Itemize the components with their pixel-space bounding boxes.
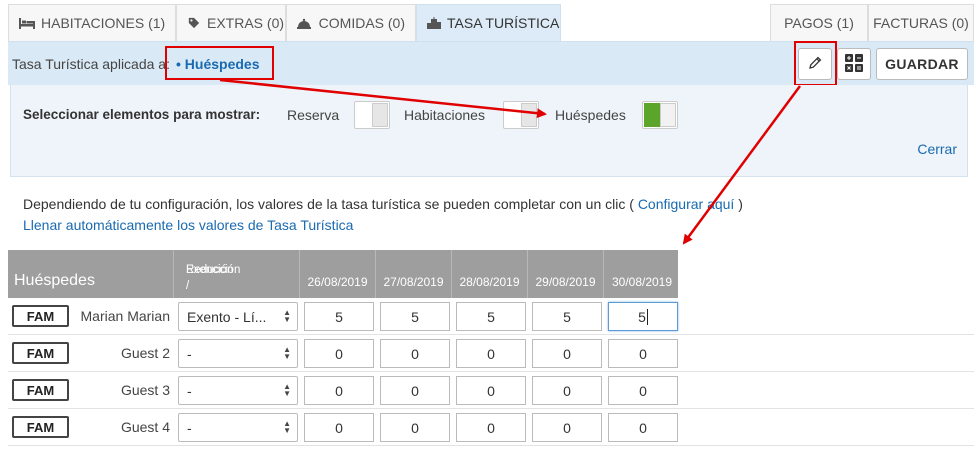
updown-arrow-icon: ▲ ▼ [283,345,291,361]
highlight-box-edit [794,41,837,86]
family-badge[interactable]: FAM [12,305,69,327]
tourist-tax-header: Tasa Turística aplicada a: • Huéspedes G… [8,41,974,86]
tax-input[interactable]: 0 [456,413,526,442]
tax-input[interactable]: 0 [532,413,602,442]
tab-tasa-turistica[interactable]: TASA TURÍSTICA [416,4,561,41]
reduction-select[interactable]: - ▲ ▼ [178,413,298,442]
tax-input[interactable]: 0 [608,376,678,405]
autofill-link[interactable]: Llenar automáticamente los valores de Ta… [23,217,353,233]
col-date-5: 30/08/2019 [611,275,673,289]
bed-icon [19,17,35,29]
guest-name: Guest 4 [120,419,170,435]
table-row: FAM Guest 3 - ▲ ▼ 0 0 0 0 0 [8,372,974,409]
tax-input[interactable]: 0 [380,413,450,442]
toggle-huespedes[interactable] [642,101,678,129]
tax-input[interactable]: 0 [456,339,526,368]
toggle-habitaciones[interactable] [503,101,539,129]
tax-input[interactable]: 0 [380,339,450,368]
table-row: FAM Marian Marian Exento - Lí... ▲ ▼ 5 5 5… [8,298,974,335]
tax-input[interactable]: 0 [304,413,374,442]
cloche-icon [297,17,313,29]
reduction-select[interactable]: - ▲ ▼ [178,376,298,405]
tax-input[interactable]: 0 [304,376,374,405]
reduction-select[interactable]: Exento - Lí... ▲ ▼ [178,302,298,331]
tax-input[interactable]: 5 [304,302,374,331]
col-date-1: 26/08/2019 [300,250,376,298]
display-selector-panel: Seleccionar elementos para mostrar: Rese… [10,85,968,177]
family-badge[interactable]: FAM [12,416,69,438]
calculator-icon [844,53,864,76]
tab-bar: HABITACIONES (1) EXTRAS (0) COMIDAS (0) … [8,4,974,41]
col-guests: Huéspedes [8,250,174,298]
updown-arrow-icon: ▲ ▼ [283,308,291,324]
col-reduction: Reducción / Exención [174,250,300,298]
tax-input[interactable]: 5 [532,302,602,331]
family-badge[interactable]: FAM [12,379,69,401]
tax-input[interactable]: 0 [532,339,602,368]
tax-input[interactable]: 0 [608,413,678,442]
calculator-button[interactable] [837,48,871,80]
reduction-select[interactable]: - ▲ ▼ [178,339,298,368]
table-header: Huéspedes Reducción / Exención 26/08/2019… [8,250,678,298]
highlight-box-applied [165,46,274,80]
option-reserva-label: Reserva [287,107,340,123]
family-badge[interactable]: FAM [12,342,69,364]
selector-label: Seleccionar elementos para mostrar: [23,107,261,122]
guest-name: Guest 3 [120,382,170,398]
tab-habitaciones[interactable]: HABITACIONES (1) [8,4,176,41]
tax-input[interactable]: 0 [532,376,602,405]
table-row: FAM Guest 2 - ▲ ▼ 0 0 0 0 0 [8,335,974,372]
tab-comidas[interactable]: COMIDAS (0) [286,4,416,41]
table-row: FAM Guest 4 - ▲ ▼ 0 0 0 0 0 [8,409,974,446]
tax-input[interactable]: 0 [608,339,678,368]
configure-link[interactable]: Configurar aquí [638,196,735,212]
tax-input[interactable]: 5 [456,302,526,331]
col-date-2: 27/08/2019 [376,250,452,298]
updown-arrow-icon: ▲ ▼ [283,382,291,398]
option-habitaciones-label: Habitaciones [404,107,485,123]
applied-to-label: Tasa Turística aplicada a: [12,56,170,72]
col-date-4: 29/08/2019 [528,250,604,298]
tab-pagos[interactable]: PAGOS (1) [770,4,868,41]
guest-name: Marian Marian [80,308,170,324]
tax-input[interactable]: 0 [304,339,374,368]
guest-name: Guest 2 [120,345,170,361]
building-icon [427,17,441,29]
updown-arrow-icon: ▲ ▼ [283,419,291,435]
save-button[interactable]: GUARDAR [876,48,968,80]
col-date-3: 28/08/2019 [452,250,528,298]
tax-input-focused[interactable]: 5 [608,302,678,331]
tax-input[interactable]: 0 [380,376,450,405]
close-link[interactable]: Cerrar [917,141,957,157]
toggle-reserva[interactable] [354,101,390,129]
tab-extras[interactable]: EXTRAS (0) [176,4,286,41]
info-text: Dependiendo de tu configuración, los val… [23,196,743,212]
tax-input[interactable]: 0 [456,376,526,405]
tab-facturas[interactable]: FACTURAS (0) [868,4,974,41]
tax-input[interactable]: 5 [380,302,450,331]
option-huespedes-label: Huéspedes [555,107,626,123]
tag-icon [187,17,201,29]
